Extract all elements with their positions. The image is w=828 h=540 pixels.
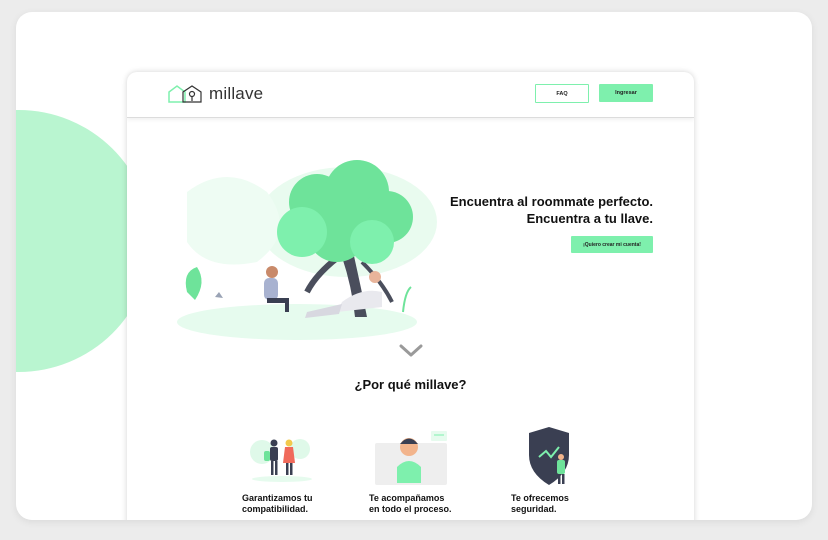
chevron-down-icon[interactable]	[399, 344, 423, 358]
why-title: ¿Por qué millave?	[354, 377, 467, 392]
brand-name: millave	[209, 84, 264, 103]
feature-1-line-1: Garantizamos tu	[242, 493, 313, 503]
feature-2-line-2: en todo el proceso.	[369, 504, 452, 514]
feature-security: Te ofrecemos seguridad.	[511, 427, 621, 515]
support-person-icon	[375, 431, 447, 485]
hero-headline-2: Encuentra a tu llave.	[526, 211, 653, 226]
feature-2-line-1: Te acompañamos	[369, 493, 445, 503]
feature-3-line-1: Te ofrecemos	[511, 493, 569, 503]
hero-illustration	[177, 160, 437, 340]
feature-support: Te acompañamos en todo el proceso.	[369, 427, 479, 515]
site-header: millave FAQ Ingresar	[127, 72, 694, 118]
create-account-button[interactable]: ¡Quiero crear mi cuenta!	[571, 236, 653, 253]
login-button[interactable]: Ingresar	[599, 84, 653, 102]
faq-button[interactable]: FAQ	[535, 84, 589, 103]
keys-logo-icon	[168, 85, 202, 103]
browser-frame: millave FAQ Ingresar Encuentra al roomma…	[16, 12, 812, 520]
feature-1-line-2: compatibilidad.	[242, 504, 309, 514]
hero-headline-1: Encuentra al roommate perfecto.	[450, 194, 653, 209]
feature-compatibility: Garantizamos tu compatibilidad.	[242, 427, 352, 515]
feature-3-line-2: seguridad.	[511, 504, 557, 514]
people-handshake-icon	[250, 439, 312, 482]
logo[interactable]: millave	[167, 84, 263, 104]
shield-icon	[529, 427, 569, 485]
website-preview: millave FAQ Ingresar Encuentra al roomma…	[127, 72, 694, 520]
